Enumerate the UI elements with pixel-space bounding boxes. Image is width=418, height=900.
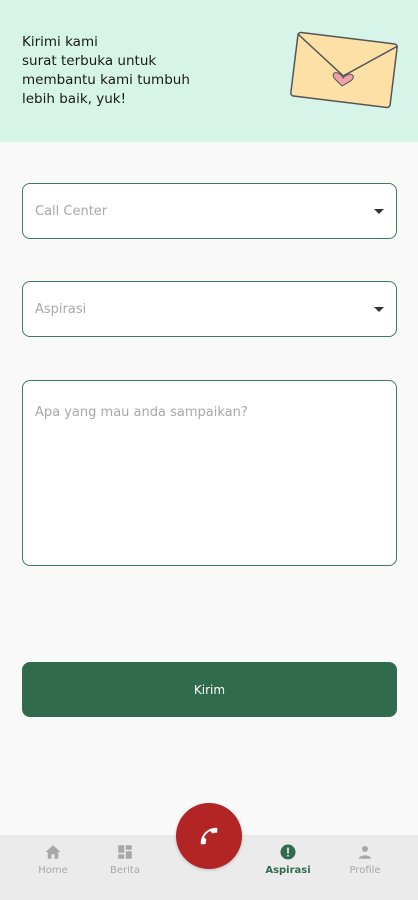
header-line: lebih baik, yuk! [22,91,126,107]
message-textarea[interactable]: Apa yang mau anda sampaikan? [22,380,397,566]
category-dropdown[interactable]: Call Center [22,183,397,239]
alert-circle-icon [280,844,296,860]
grid-icon [118,845,132,859]
header-line: Kirimi kami [22,34,98,50]
person-icon [359,846,371,859]
header-banner: Kirimi kami surat terbuka untuk membantu… [0,0,418,142]
call-button[interactable] [176,803,242,869]
phone-icon [200,827,218,845]
nav-item-aspirasi[interactable]: Aspirasi [258,843,318,876]
nav-label-berita: Berita [110,865,140,876]
message-placeholder: Apa yang mau anda sampaikan? [35,405,248,420]
nav-label-aspirasi: Aspirasi [265,865,311,876]
home-icon [45,845,61,859]
header-line: surat terbuka untuk [22,53,157,69]
nav-item-home[interactable]: Home [23,843,83,876]
category-placeholder: Call Center [35,203,108,219]
type-dropdown[interactable]: Aspirasi [22,281,397,337]
header-message: Kirimi kami surat terbuka untuk membantu… [22,33,242,109]
nav-label-profile: Profile [349,865,381,876]
envelope-heart-icon [290,31,398,109]
nav-label-home: Home [38,865,68,876]
header-line: membantu kami tumbuh [22,72,190,88]
chevron-down-icon [374,306,384,312]
nav-item-profile[interactable]: Profile [335,843,395,876]
chevron-down-icon [374,208,384,214]
nav-item-berita[interactable]: Berita [95,843,155,876]
submit-button[interactable]: Kirim [22,662,397,717]
type-placeholder: Aspirasi [35,301,87,317]
